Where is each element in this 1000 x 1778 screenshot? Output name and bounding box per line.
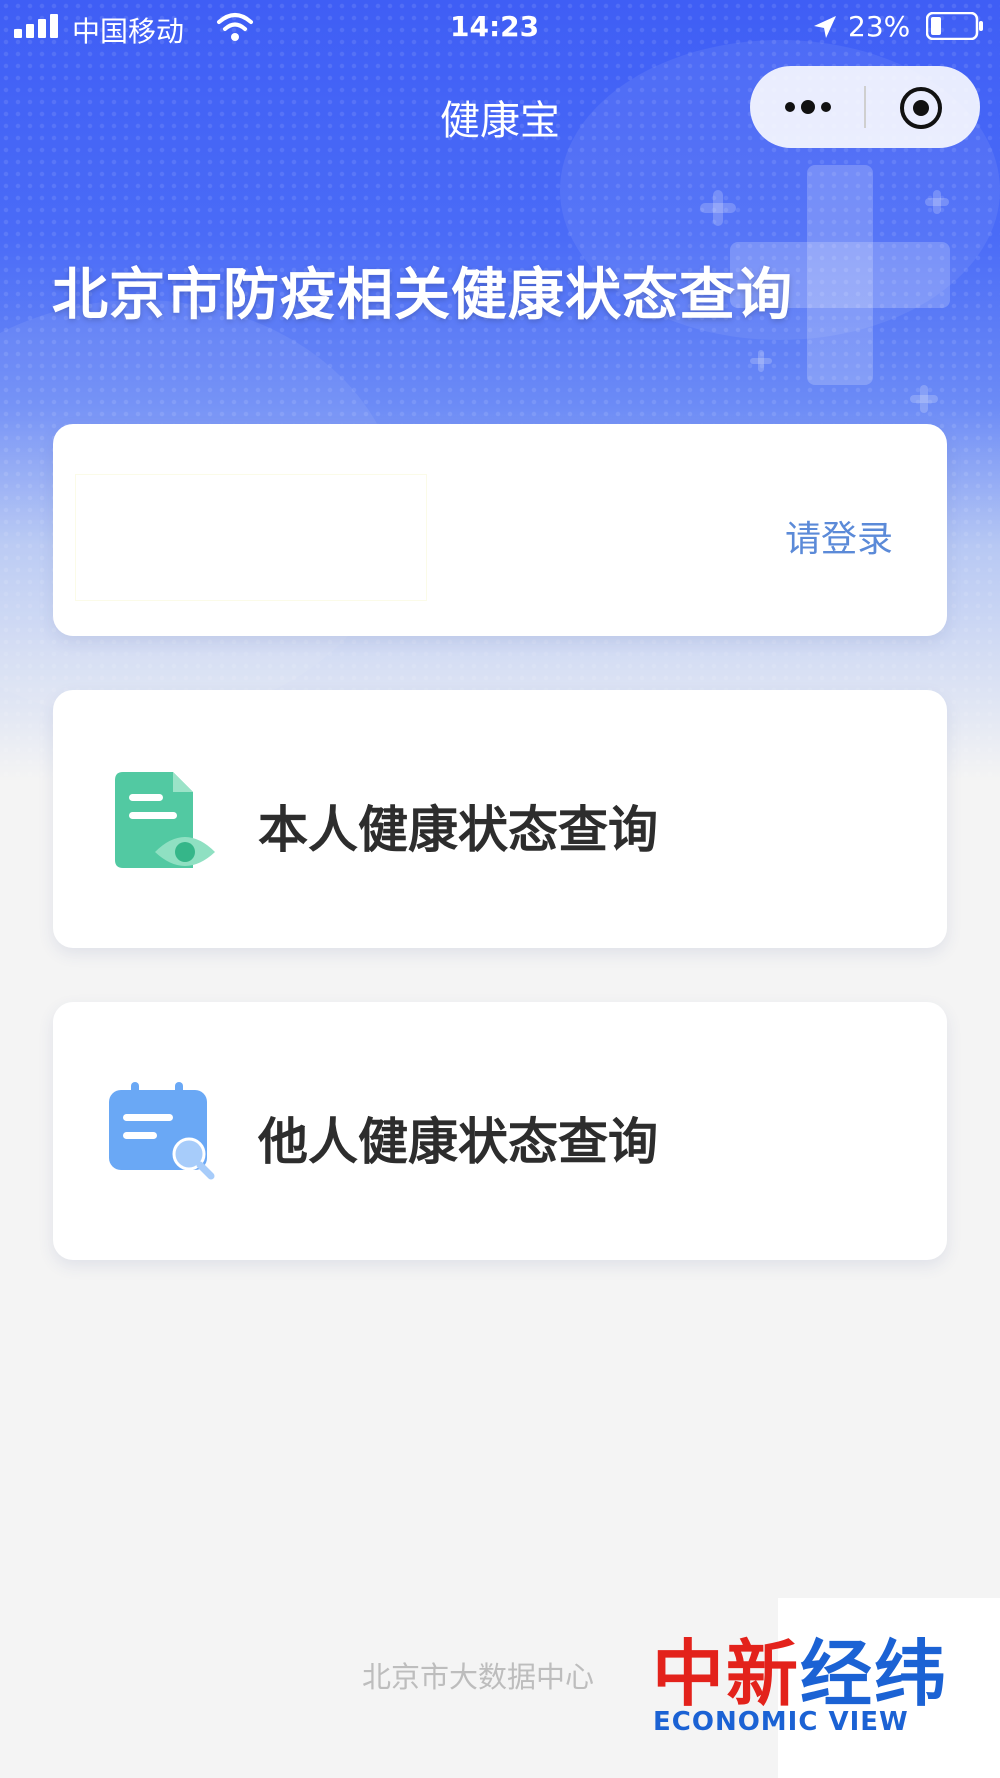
small-cross-icon [750,350,772,372]
carrier-name: 中国移动 [72,15,185,48]
other-query-label: 他人健康状态查询 [258,1113,658,1171]
user-info-placeholder [75,474,427,601]
wifi-icon [217,13,253,41]
location-arrow-icon [814,16,836,38]
close-mini-program-button[interactable] [898,85,944,131]
status-bar: 中国移动 14:23 23% [0,0,1000,56]
self-health-query-card[interactable]: 本人健康状态查询 [53,690,947,948]
clock: 14:23 [450,10,540,43]
battery-icon [926,12,983,40]
document-eye-icon [115,772,215,868]
mini-program-capsule [750,66,980,148]
other-health-query-card[interactable]: 他人健康状态查询 [53,1002,947,1260]
more-menu-button[interactable] [782,96,834,118]
watermark-logo-red: 中新 [652,1632,801,1716]
capsule-divider [864,86,866,128]
footer-text: 北京市大数据中心 [362,1660,595,1694]
login-card[interactable]: 请登录 [53,424,947,636]
login-link[interactable]: 请登录 [785,510,893,562]
small-cross-icon [910,385,938,413]
watermark-logo: 中新经纬 [652,1615,948,1720]
self-query-label: 本人健康状态查询 [258,801,658,859]
calendar-search-icon [109,1082,215,1180]
watermark-logo-blue: 经纬 [800,1632,949,1716]
small-cross-icon [700,190,736,226]
battery-percent: 23% [848,10,911,43]
small-cross-icon [925,190,949,214]
headline: 北京市防疫相关健康状态查询 [52,263,793,328]
signal-icon [14,14,58,38]
watermark-english: ECONOMIC VIEW [653,1707,909,1737]
